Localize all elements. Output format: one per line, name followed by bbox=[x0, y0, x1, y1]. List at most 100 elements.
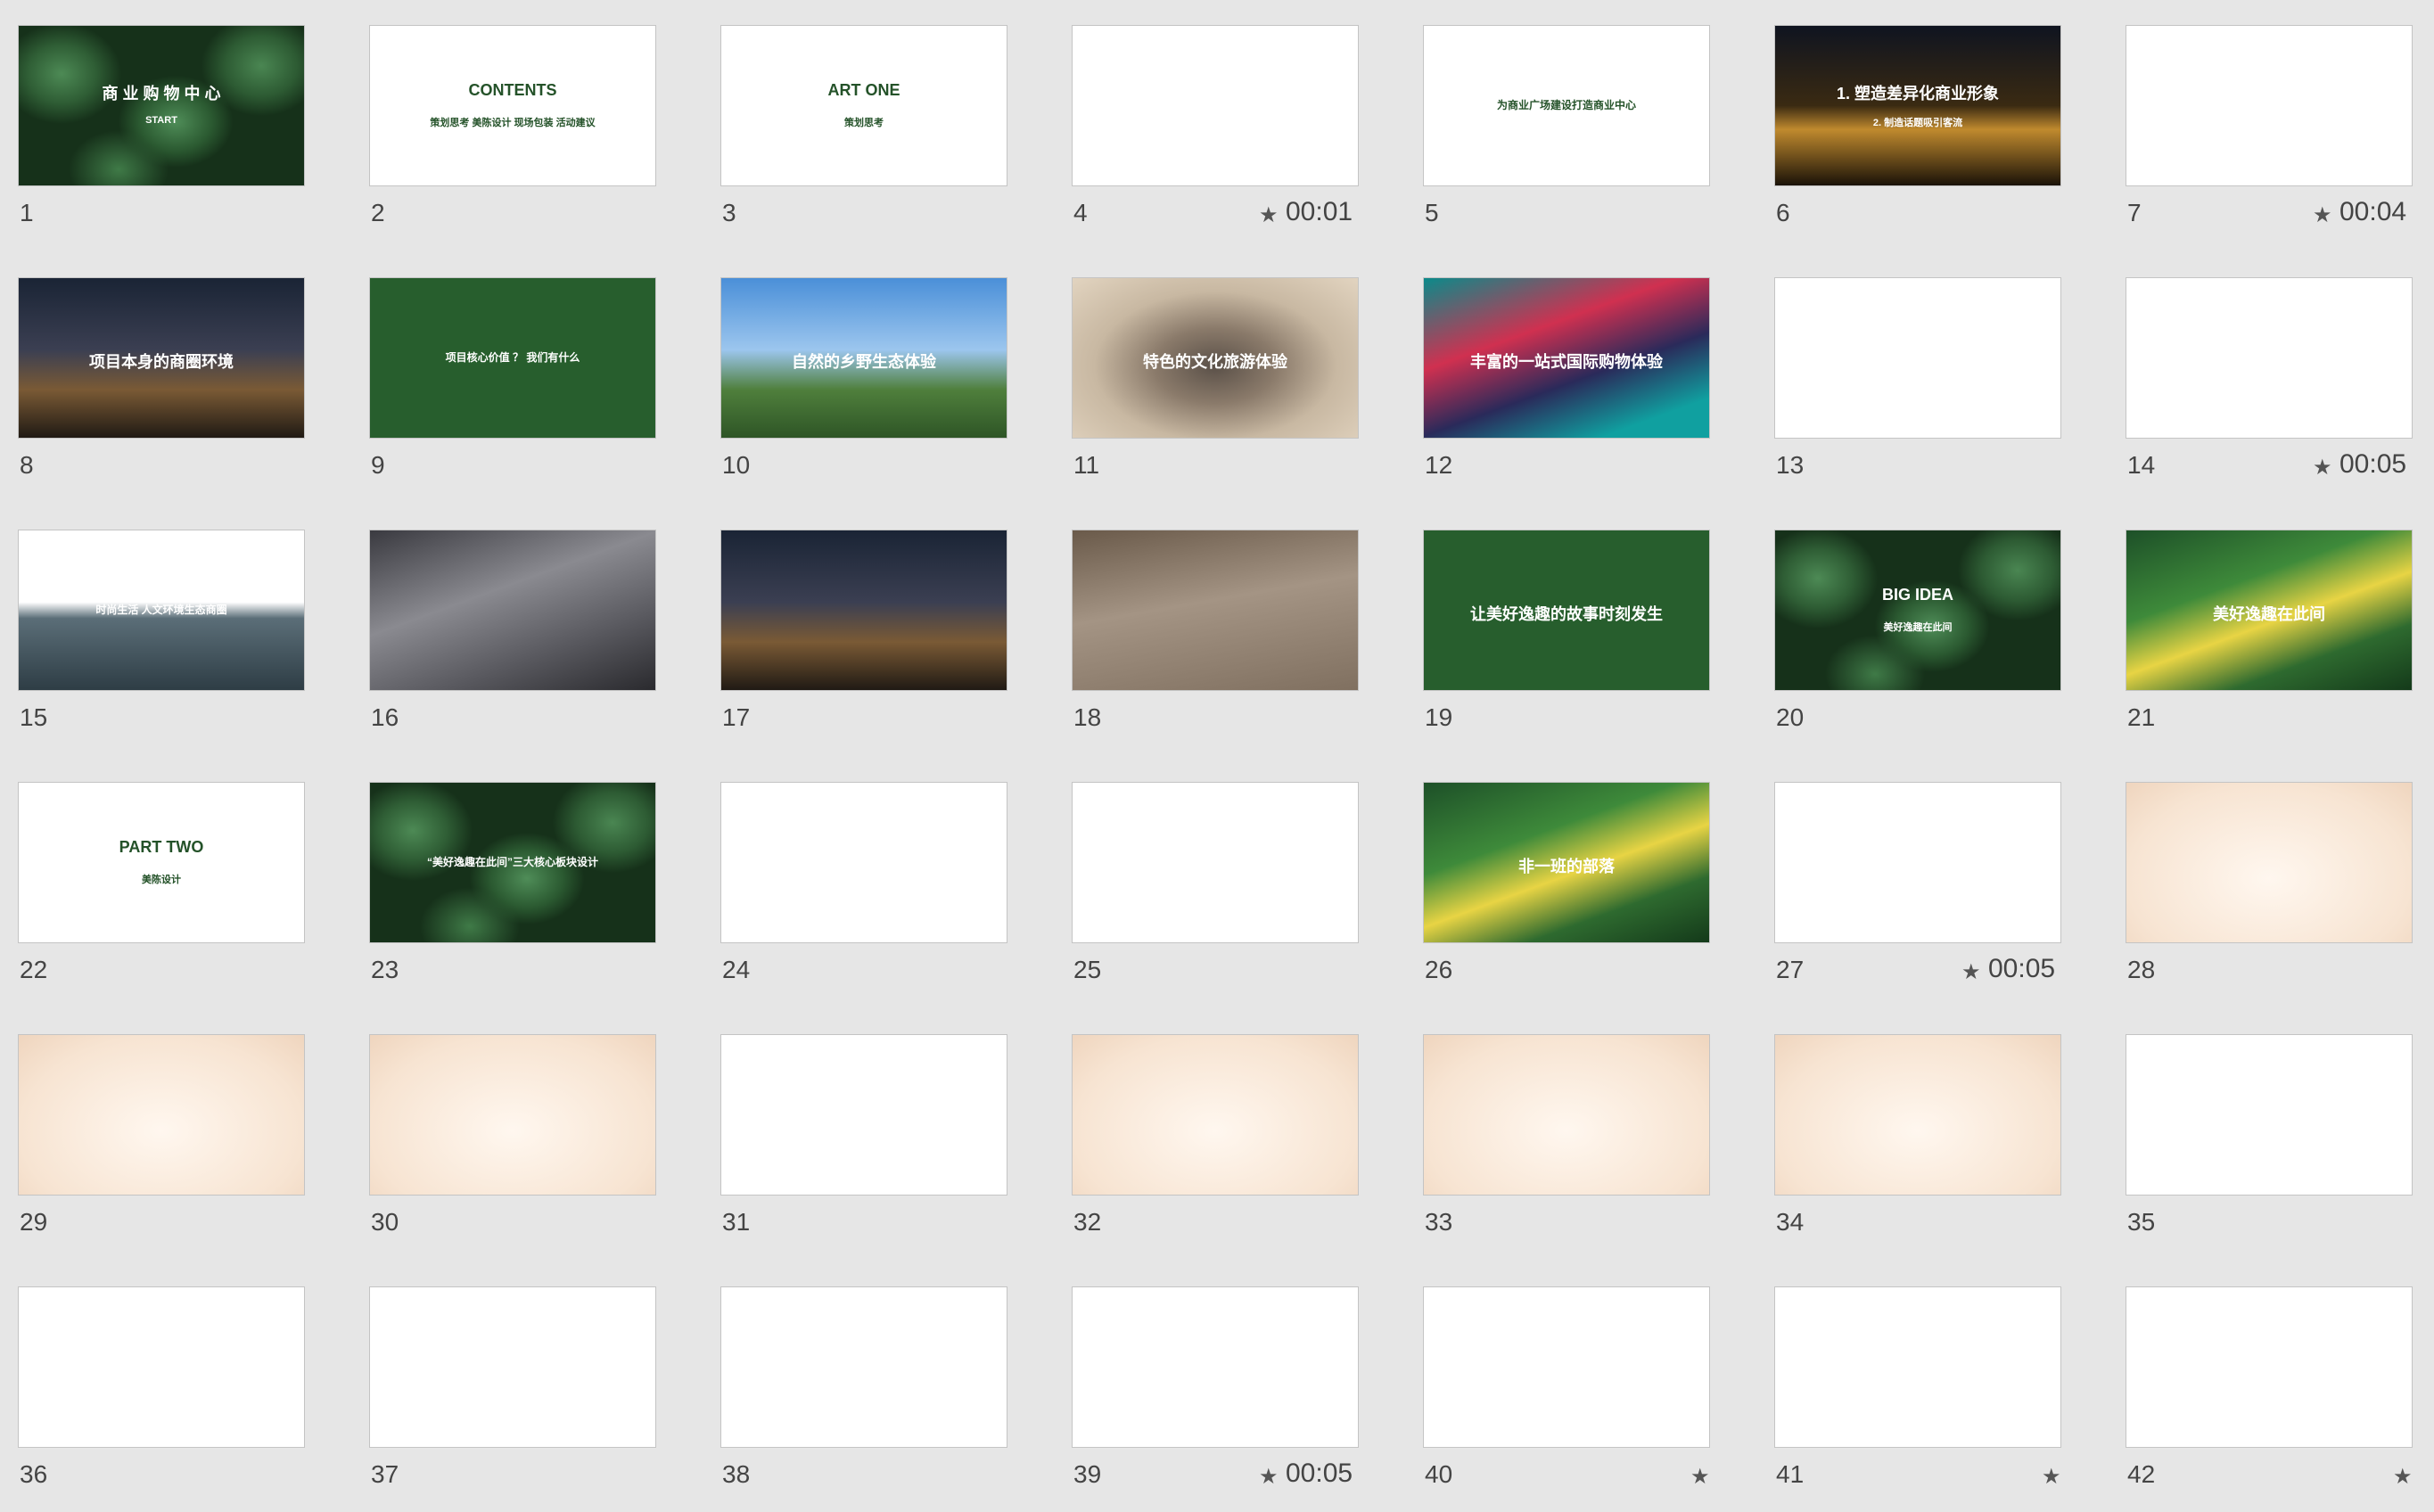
slide-thumbnail-7[interactable] bbox=[2126, 25, 2413, 186]
slide-thumbnail-1[interactable]: 商 业 购 物 中 心 START bbox=[18, 25, 305, 186]
slide-title-text: ART ONE bbox=[827, 81, 900, 99]
slide-number: 11 bbox=[1073, 451, 1100, 479]
slide-number: 16 bbox=[371, 703, 399, 731]
slide-title-text: 丰富的一站式国际购物体验 bbox=[1470, 353, 1663, 371]
slide-thumbnail-15[interactable]: 时尚生活 人文环境生态商圈 bbox=[18, 530, 305, 691]
slide-number: 20 bbox=[1776, 703, 1805, 731]
slide-thumbnail-10[interactable]: 自然的乡野生态体验 bbox=[720, 277, 1007, 439]
slide-timing: 00:01 bbox=[1286, 197, 1353, 226]
slide-title-text: 项目本身的商圈环境 bbox=[89, 353, 234, 371]
slide-timing: 00:04 bbox=[2339, 197, 2407, 226]
slide-thumbnail-16[interactable] bbox=[369, 530, 656, 691]
slide-title-text: 1. 塑造差异化商业形象 bbox=[1836, 85, 1999, 103]
slide-thumbnail-38[interactable] bbox=[720, 1286, 1007, 1448]
slide-number: 31 bbox=[722, 1208, 751, 1236]
slide-thumbnail-17[interactable] bbox=[720, 530, 1007, 691]
slide-number: 40 bbox=[1425, 1460, 1453, 1488]
slide-number: 34 bbox=[1776, 1208, 1805, 1236]
slide-thumbnail-31[interactable] bbox=[720, 1034, 1007, 1196]
slide-thumbnail-33[interactable] bbox=[1423, 1034, 1710, 1196]
slide-thumbnail-40[interactable] bbox=[1423, 1286, 1710, 1448]
animation-star-icon: ★ bbox=[1259, 1465, 1279, 1489]
slide-thumbnail-26[interactable]: 非一班的部落 bbox=[1423, 782, 1710, 943]
slide-number: 12 bbox=[1425, 451, 1453, 479]
slide-thumbnail-34[interactable] bbox=[1774, 1034, 2061, 1196]
animation-star-icon: ★ bbox=[1690, 1465, 1710, 1489]
slide-thumbnail-25[interactable] bbox=[1072, 782, 1359, 943]
slide-number: 3 bbox=[722, 199, 736, 226]
slide-number: 21 bbox=[2127, 703, 2156, 731]
slide-thumbnail-35[interactable] bbox=[2126, 1034, 2413, 1196]
slide-number: 26 bbox=[1425, 956, 1453, 983]
slide-thumbnail-22[interactable]: PART TWO 美陈设计 bbox=[18, 782, 305, 943]
slide-number: 10 bbox=[722, 451, 751, 479]
slide-title-text: 美好逸趣在此间 bbox=[2213, 605, 2325, 623]
slide-thumbnail-28[interactable] bbox=[2126, 782, 2413, 943]
slide-thumbnail-4[interactable] bbox=[1072, 25, 1359, 186]
slide-title-text: “美好逸趣在此间”三大核心板块设计 bbox=[426, 856, 598, 868]
slide-thumbnail-9[interactable]: 项目核心价值 ？ 我们有什么 bbox=[369, 277, 656, 439]
slide-thumbnail-19[interactable]: 让美好逸趣的故事时刻发生 bbox=[1423, 530, 1710, 691]
slide-thumbnail-14[interactable] bbox=[2126, 277, 2413, 439]
slide-title-text: 让美好逸趣的故事时刻发生 bbox=[1470, 605, 1663, 623]
slide-title-text: 特色的文化旅游体验 bbox=[1143, 353, 1287, 371]
slide-number: 27 bbox=[1776, 956, 1805, 983]
slide-title-text: 商 业 购 物 中 心 bbox=[102, 85, 221, 103]
animation-star-icon: ★ bbox=[2393, 1465, 2413, 1489]
slide-timing: 00:05 bbox=[1286, 1459, 1353, 1488]
slide-thumbnail-24[interactable] bbox=[720, 782, 1007, 943]
slide-thumbnail-3[interactable]: ART ONE 策划思考 bbox=[720, 25, 1007, 186]
slide-number: 9 bbox=[371, 451, 385, 479]
slide-thumbnail-20[interactable]: BIG IDEA 美好逸趣在此间 bbox=[1774, 530, 2061, 691]
slide-number: 14 bbox=[2127, 451, 2156, 479]
slide-number: 8 bbox=[20, 451, 34, 479]
slide-subtitle-text: 美陈设计 bbox=[142, 875, 181, 885]
slide-thumbnail-30[interactable] bbox=[369, 1034, 656, 1196]
slide-number: 25 bbox=[1073, 956, 1102, 983]
slide-thumbnail-18[interactable] bbox=[1072, 530, 1359, 691]
slide-thumbnail-5[interactable]: 为商业广场建设打造商业中心 bbox=[1423, 25, 1710, 186]
slide-thumbnail-23[interactable]: “美好逸趣在此间”三大核心板块设计 bbox=[369, 782, 656, 943]
slide-thumbnail-12[interactable]: 丰富的一站式国际购物体验 bbox=[1423, 277, 1710, 439]
slide-subtitle-text: 策划思考 美陈设计 现场包装 活动建议 bbox=[430, 118, 596, 128]
slide-subtitle-text: 2. 制造话题吸引客流 bbox=[1872, 118, 1963, 128]
slide-thumbnail-37[interactable] bbox=[369, 1286, 656, 1448]
animation-star-icon: ★ bbox=[2313, 456, 2332, 480]
slide-number: 41 bbox=[1776, 1460, 1805, 1488]
slide-thumbnail-27[interactable] bbox=[1774, 782, 2061, 943]
slide-subtitle-text: 美好逸趣在此间 bbox=[1883, 622, 1953, 633]
slide-number: 32 bbox=[1073, 1208, 1102, 1236]
slide-title-text: 时尚生活 人文环境生态商圈 bbox=[95, 604, 227, 616]
slide-thumbnail-2[interactable]: CONTENTS 策划思考 美陈设计 现场包装 活动建议 bbox=[369, 25, 656, 186]
slide-title-text: 项目核心价值 ？ 我们有什么 bbox=[445, 351, 580, 364]
slide-thumbnail-42[interactable] bbox=[2126, 1286, 2413, 1448]
slide-thumbnail-39[interactable] bbox=[1072, 1286, 1359, 1448]
animation-star-icon: ★ bbox=[1961, 960, 1981, 984]
slide-number: 28 bbox=[2127, 956, 2156, 983]
slide-thumbnail-36[interactable] bbox=[18, 1286, 305, 1448]
slide-thumbnail-6[interactable]: 1. 塑造差异化商业形象 2. 制造话题吸引客流 bbox=[1774, 25, 2061, 186]
slide-number: 5 bbox=[1425, 199, 1439, 226]
slide-thumbnail-32[interactable] bbox=[1072, 1034, 1359, 1196]
slide-number: 33 bbox=[1425, 1208, 1453, 1236]
slide-thumbnail-8[interactable]: 项目本身的商圈环境 bbox=[18, 277, 305, 439]
slide-number: 19 bbox=[1425, 703, 1453, 731]
slide-number: 29 bbox=[20, 1208, 48, 1236]
slide-thumbnail-13[interactable] bbox=[1774, 277, 2061, 439]
slide-thumbnail-11[interactable]: 特色的文化旅游体验 bbox=[1072, 277, 1359, 439]
slide-number: 37 bbox=[371, 1460, 399, 1488]
slide-thumbnail-29[interactable] bbox=[18, 1034, 305, 1196]
slide-title-text: CONTENTS bbox=[468, 81, 557, 99]
slide-number: 23 bbox=[371, 956, 399, 983]
slide-title-text: PART TWO bbox=[119, 838, 204, 856]
slide-title-text: BIG IDEA bbox=[1881, 586, 1953, 604]
slide-number: 7 bbox=[2127, 199, 2142, 226]
animation-star-icon: ★ bbox=[1259, 203, 1279, 227]
slide-number: 2 bbox=[371, 199, 385, 226]
slide-thumbnail-21[interactable]: 美好逸趣在此间 bbox=[2126, 530, 2413, 691]
slide-title-text: 自然的乡野生态体验 bbox=[792, 353, 936, 371]
slide-number: 22 bbox=[20, 956, 48, 983]
slide-number: 35 bbox=[2127, 1208, 2156, 1236]
slide-number: 4 bbox=[1073, 199, 1088, 226]
slide-thumbnail-41[interactable] bbox=[1774, 1286, 2061, 1448]
